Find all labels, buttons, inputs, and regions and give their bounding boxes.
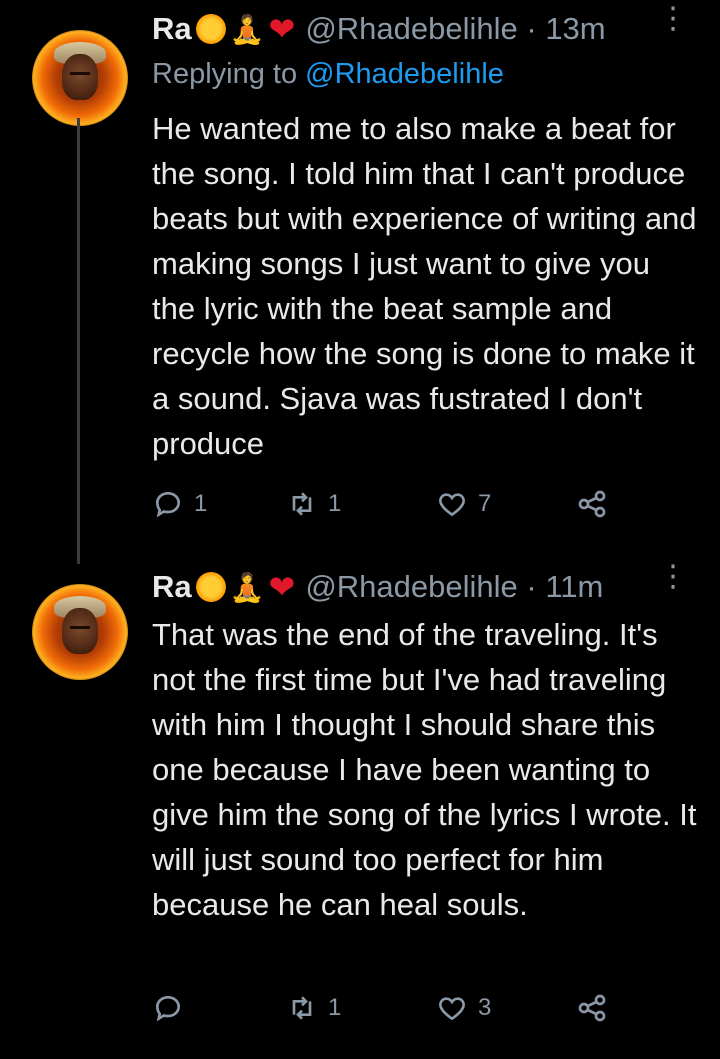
tweet-text: That was the end of the traveling. It's … — [152, 617, 697, 922]
reply-icon — [155, 491, 181, 518]
tweet-text: He wanted me to also make a beat for the… — [152, 111, 697, 461]
like-button[interactable]: 3 — [436, 992, 491, 1024]
retweet-icon — [292, 996, 312, 1020]
person-in-lotus-position-emoji-icon: 🧘 — [229, 13, 265, 45]
action-bar: 1 1 7 — [152, 488, 612, 528]
replying-prefix: Replying to — [152, 58, 306, 90]
reply-count: 1 — [194, 490, 208, 517]
tweet-header: Ra 🧘 ❤ @Rhadebelihle · 13m — [152, 10, 606, 48]
avatar[interactable] — [32, 584, 128, 680]
avatar[interactable] — [32, 30, 128, 126]
retweet-button[interactable]: 1 — [286, 992, 341, 1024]
replying-to: Replying to @Rhadebelihle — [152, 58, 504, 91]
eyes-shape — [70, 72, 90, 79]
replying-mention-link[interactable]: @Rhadebelihle — [305, 58, 504, 90]
share-icon — [578, 994, 606, 1022]
retweet-button[interactable]: 1 — [286, 488, 341, 520]
more-options-icon[interactable]: ⋮ — [658, 4, 688, 34]
share-icon — [578, 490, 606, 518]
red-heart-emoji-icon: ❤ — [268, 569, 296, 605]
like-count: 3 — [478, 994, 492, 1021]
retweet-icon — [292, 492, 312, 516]
reply-button[interactable]: 1 — [152, 488, 207, 520]
heart-icon — [439, 997, 465, 1021]
person-in-lotus-position-emoji-icon: 🧘 — [229, 571, 265, 603]
display-name[interactable]: Ra — [152, 569, 192, 605]
reply-icon — [155, 995, 181, 1022]
share-button[interactable] — [576, 488, 608, 520]
share-button[interactable] — [576, 992, 608, 1024]
display-name[interactable]: Ra — [152, 11, 192, 47]
handle-and-time[interactable]: @Rhadebelihle · 11m — [305, 569, 603, 605]
heart-icon — [439, 493, 465, 517]
like-count: 7 — [478, 490, 492, 517]
handle-and-time[interactable]: @Rhadebelihle · 13m — [305, 11, 605, 47]
sun-emoji-icon — [192, 569, 229, 605]
retweet-count: 1 — [328, 490, 342, 517]
tweet-header: Ra 🧘 ❤ @Rhadebelihle · 11m — [152, 568, 603, 606]
more-options-icon[interactable]: ⋮ — [658, 562, 688, 592]
red-heart-emoji-icon: ❤ — [268, 11, 296, 47]
like-button[interactable]: 7 — [436, 488, 491, 520]
retweet-count: 1 — [328, 994, 342, 1021]
thread-connector-line — [77, 118, 80, 564]
sun-emoji-icon — [192, 11, 229, 47]
eyes-shape — [70, 626, 90, 633]
reply-button[interactable] — [152, 992, 194, 1024]
action-bar: 1 3 — [152, 992, 612, 1032]
